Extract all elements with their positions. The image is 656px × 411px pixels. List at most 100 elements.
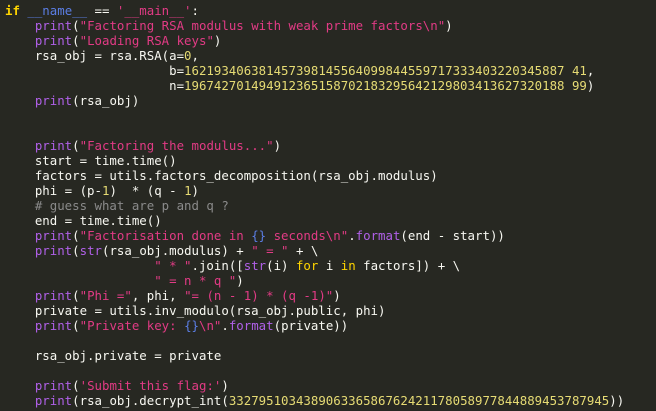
code-token: ) [586,78,595,93]
code-line[interactable]: rsa_obj = rsa.RSA(a=0, [5,48,199,63]
code-token: for [295,258,319,273]
code-line[interactable]: print(str(rsa_obj.modulus) + " = " + \ [5,243,319,258]
code-token: (end - start)) [400,228,505,243]
code-token: if [5,3,20,18]
code-line[interactable]: private = utils.inv_modulo(rsa_obj.publi… [5,303,386,318]
code-token: "Private key: [79,318,185,333]
code-line[interactable]: n=19674270149491236515870218329564212980… [5,78,594,93]
code-line[interactable]: print("Factorisation done in {} seconds\… [5,228,505,243]
code-line[interactable]: # guess what are p and q ? [5,198,229,213]
code-token: + \ [288,243,319,258]
code-editor[interactable]: if __name__ == '__main__': print("Factor… [0,0,656,411]
code-line[interactable]: print("Factoring the modulus...") [5,138,281,153]
code-line[interactable]: print(rsa_obj) [5,93,139,108]
code-token: print [34,18,73,33]
code-token: ( [72,18,80,33]
code-token: in [340,258,356,273]
code-token: '__main__' [116,3,192,18]
code-token: ) * (q - [109,183,185,198]
code-token: rsa_obj = rsa.RSA(a= [5,48,185,63]
code-token: ( [72,138,80,153]
code-line[interactable]: phi = (p-1) * (q - 1) [5,183,199,198]
code-token: ) [333,288,341,303]
code-token: b= [5,63,185,78]
code-line[interactable]: print("Private key: {}\n".format(private… [5,318,348,333]
code-token: "= (n - 1) * (q -1)" [184,288,334,303]
code-token: 1967427014949123651587021832956421298034… [184,78,587,93]
code-token: " = n * q " [154,273,237,288]
code-token: " * " [154,258,192,273]
code-token: 1621934063814573981455640998445597173334… [184,63,587,78]
code-token: "Loading RSA keys" [79,33,214,48]
code-token: factors = utils.factors_decomposition(rs… [5,168,438,183]
code-token: n= [5,78,185,93]
code-line[interactable]: print("Factoring RSA modulus with weak p… [5,18,453,33]
code-token: # guess what are p and q ? [5,198,229,213]
code-token: i [318,258,341,273]
code-token: format [228,318,274,333]
code-token: (rsa_obj) [72,93,140,108]
code-line[interactable]: factors = utils.factors_decomposition(rs… [5,168,438,183]
code-token: print [34,93,73,108]
code-token: phi = (p- [5,183,102,198]
code-line[interactable]: print("Phi =", phi, "= (n - 1) * (q -1)"… [5,288,341,303]
code-line[interactable]: start = time.time() [5,153,177,168]
code-token: \n" [198,318,222,333]
code-token: print [34,378,73,393]
code-token: ( [72,228,80,243]
code-token: "Factoring RSA modulus with weak prime f… [79,18,446,33]
code-token: ( [72,288,80,303]
code-line[interactable]: b=16219340638145739814556409984455971733… [5,63,594,78]
code-token: print [34,288,73,303]
code-token: {} [184,318,199,333]
code-token: rsa_obj.private = private [5,348,222,363]
code-token: : [191,3,199,18]
code-token: print [34,393,73,408]
code-token: (rsa_obj.modulus) + [102,243,252,258]
code-token: start = time.time() [5,153,177,168]
code-line[interactable]: " * ".join([str(i) for i in factors]) + … [5,258,460,273]
code-token: (rsa_obj.decrypt_int( [72,393,229,408]
code-token: print [34,228,73,243]
code-token: " = " [251,243,289,258]
code-line[interactable]: " = n * q ") [5,273,244,288]
code-token: print [34,243,73,258]
code-token: 3327951034389063365867624211780589778448… [228,393,610,408]
code-token: ( [72,33,80,48]
code-token: == [87,3,117,18]
code-token: print [34,33,73,48]
code-token: {} [251,228,267,243]
code-token: ( [72,243,80,258]
code-token: ) [221,378,229,393]
code-token: . [221,318,229,333]
code-token: seconds\n" [266,228,349,243]
code-token: __name__ [27,3,88,18]
code-token: "Factoring the modulus..." [79,138,274,153]
code-token: ) [213,33,222,48]
code-line[interactable]: print('Submit this flag:') [5,378,229,393]
code-token: 0 [184,48,192,63]
code-token: "Factorisation done in [79,228,252,243]
code-token: end = time.time() [5,213,162,228]
code-line[interactable]: end = time.time() [5,213,162,228]
code-token: . [348,228,356,243]
code-line[interactable]: print(rsa_obj.decrypt_int(33279510343890… [5,393,624,408]
code-line[interactable]: print("Loading RSA keys") [5,33,222,48]
code-token: str [243,258,267,273]
code-token: print [34,138,73,153]
code-token: .join([ [191,258,244,273]
code-line[interactable]: rsa_obj.private = private [5,348,222,363]
code-line[interactable]: if __name__ == '__main__': [5,3,199,18]
code-token: format [355,228,401,243]
code-token: ) [191,183,199,198]
code-token: (i) [266,258,296,273]
